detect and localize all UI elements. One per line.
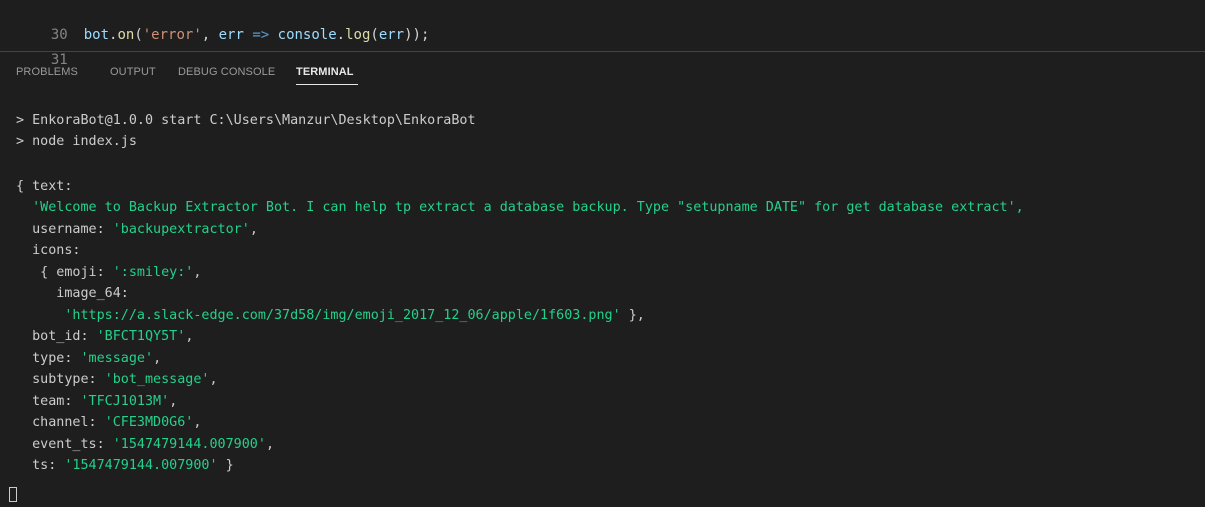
json-value: ':smiley:' [112,265,194,280]
code-token: 'error' [142,27,202,43]
terminal-line: type: 'message', [16,348,161,369]
json-punct: , [265,437,274,452]
json-value: 'backupextractor' [112,222,250,237]
terminal-line: 'https://a.slack-edge.com/37d58/img/emoj… [16,305,645,326]
code-token: )); [404,27,430,43]
tab-debug-console[interactable]: DEBUG CONSOLE [178,66,275,78]
json-punct: , [185,329,194,344]
code-token: => [243,27,278,43]
code-token: ( [370,27,379,43]
code-token: err [378,27,405,43]
panel-divider[interactable] [0,51,1205,52]
json-punct: , [193,415,202,430]
terminal-line: subtype: 'bot_message', [16,369,218,390]
json-value: 'https://a.slack-edge.com/37d58/img/emoj… [16,308,621,323]
terminal-line: event_ts: '1547479144.007900', [16,434,274,455]
code-line-30[interactable]: 30 bot.on('error', err => console.log(err… [0,2,430,43]
json-punct: , [249,222,258,237]
json-punct: }, [620,308,645,323]
terminal-line: > EnkoraBot@1.0.0 start C:\Users\Manzur\… [16,113,476,128]
json-key: subtype: [16,372,105,387]
json-value: 'message' [80,351,154,366]
json-punct: , [153,351,162,366]
active-tab-indicator [296,84,358,85]
json-key: username: [16,222,113,237]
json-value: 'CFE3MD0G6' [104,415,194,430]
code-token: . [336,27,346,43]
json-key: { emoji: [16,265,113,280]
code-token: err [218,27,244,43]
tab-terminal[interactable]: TERMINAL [296,66,354,78]
json-key: channel: [16,415,105,430]
terminal-line: icons: [16,243,81,258]
terminal-line: team: 'TFCJ1013M', [16,391,177,412]
code-token: on [117,27,135,43]
json-punct: , [209,372,218,387]
terminal-line: ts: '1547479144.007900' } [16,455,234,476]
terminal-cursor [9,487,17,502]
json-key: bot_id: [16,329,97,344]
json-key: event_ts: [16,437,113,452]
terminal-output[interactable]: > EnkoraBot@1.0.0 start C:\Users\Manzur\… [0,104,1205,507]
code-token: ( [134,27,143,43]
json-value: '1547479144.007900' [64,458,218,473]
code-token: log [345,27,371,43]
tab-problems[interactable]: PROBLEMS [16,66,78,78]
code-editor[interactable]: 30 bot.on('error', err => console.log(err… [0,0,1205,68]
terminal-line: { emoji: ':smiley:', [16,262,201,283]
panel-tabs: PROBLEMS OUTPUT DEBUG CONSOLE TERMINAL [0,60,1205,86]
json-value: 'BFCT1QY5T' [96,329,186,344]
code-token: , [201,27,219,43]
terminal-line: { text: [16,179,73,194]
tab-output[interactable]: OUTPUT [110,66,156,78]
json-key: ts: [16,458,65,473]
terminal-line: > node index.js [16,134,137,149]
json-key: team: [16,394,81,409]
code-token: console [277,27,337,43]
terminal-line: username: 'backupextractor', [16,219,258,240]
json-value: 'TFCJ1013M' [80,394,170,409]
terminal-line: channel: 'CFE3MD0G6', [16,412,201,433]
terminal-line: 'Welcome to Backup Extractor Bot. I can … [16,200,1024,215]
code-line-31[interactable]: 31 [0,27,84,68]
json-key: type: [16,351,81,366]
terminal-line: bot_id: 'BFCT1QY5T', [16,326,193,347]
json-punct: , [169,394,178,409]
json-punct: } [217,458,234,473]
json-punct: , [193,265,202,280]
terminal-line: image_64: [16,286,129,301]
json-value: 'bot_message' [104,372,210,387]
code-token: bot [83,27,110,43]
json-value: '1547479144.007900' [112,437,266,452]
